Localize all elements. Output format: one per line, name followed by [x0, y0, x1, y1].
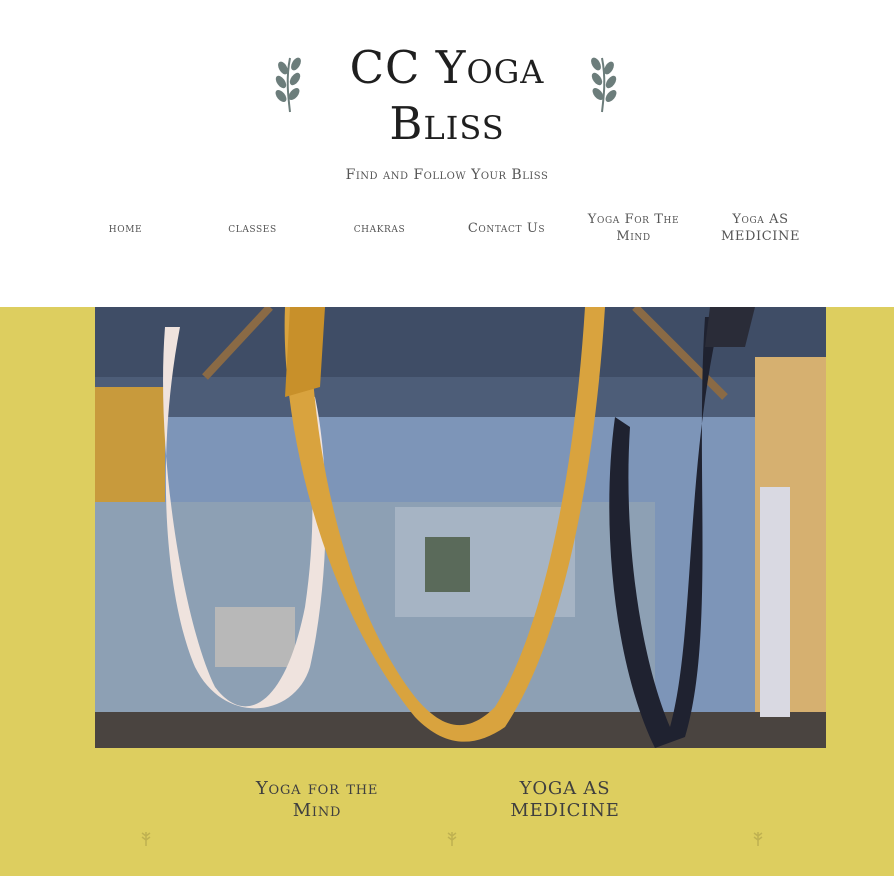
- site-header: CC Yoga Bliss Find and Follow Your Bliss…: [0, 0, 894, 307]
- sprig-icon: [753, 832, 763, 846]
- nav-item-yoga-as-medicine[interactable]: Yoga AS MEDICINE: [697, 208, 824, 248]
- nav-item-contact-us[interactable]: Contact Us: [443, 208, 570, 248]
- card-title-yoga-for-the-mind[interactable]: Yoga for the Mind: [234, 778, 400, 822]
- card-title-yoga-as-medicine[interactable]: YOGA AS MEDICINE: [482, 778, 648, 822]
- aerial-yoga-studio-photo: [95, 307, 826, 748]
- main-nav: home classes chakras Contact Us Yoga For…: [62, 208, 832, 248]
- hero-image: [95, 307, 826, 748]
- nav-item-home[interactable]: home: [62, 208, 189, 248]
- site-title-wrap: CC Yoga Bliss: [0, 40, 894, 152]
- sprig-icon: [447, 832, 457, 846]
- nav-item-classes[interactable]: classes: [189, 208, 316, 248]
- site-tagline: Find and Follow Your Bliss: [345, 167, 549, 183]
- sprig-icon: [141, 832, 151, 846]
- site-title[interactable]: CC Yoga Bliss: [317, 40, 577, 152]
- nav-item-chakras[interactable]: chakras: [316, 208, 443, 248]
- nav-item-yoga-for-the-mind[interactable]: Yoga For The Mind: [570, 208, 697, 248]
